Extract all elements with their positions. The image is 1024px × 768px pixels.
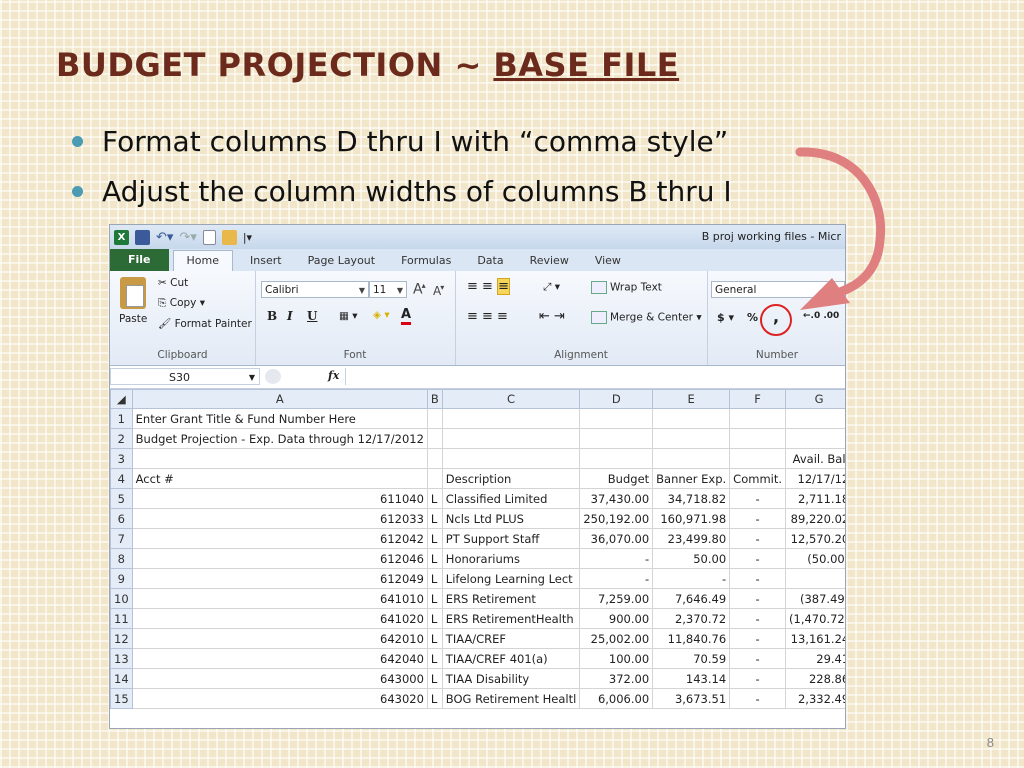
page-number: 8 — [986, 735, 994, 750]
arrow-head-icon — [800, 278, 850, 310]
arrow-curve — [795, 147, 886, 297]
annotation-arrow — [795, 147, 886, 310]
